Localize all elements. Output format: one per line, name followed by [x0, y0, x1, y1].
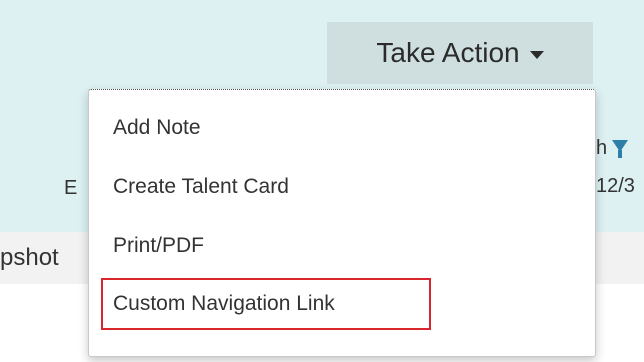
take-action-dropdown-menu: Add Note Create Talent Card Print/PDF Cu…	[88, 89, 596, 357]
chevron-down-icon	[529, 50, 544, 59]
menu-item-label: Custom Navigation Link	[113, 292, 335, 315]
menu-item-custom-navigation-link[interactable]: Custom Navigation Link	[101, 278, 431, 330]
menu-item-label: Print/PDF	[113, 234, 205, 257]
background-text-left: E	[64, 177, 78, 199]
menu-item-create-talent-card[interactable]: Create Talent Card	[101, 161, 431, 213]
background-date-text: 12/3	[596, 175, 635, 197]
menu-item-add-note[interactable]: Add Note	[101, 102, 431, 154]
background-snapshot-text: pshot	[0, 244, 59, 271]
background-text-right: h	[596, 137, 608, 159]
take-action-button[interactable]: Take Action	[327, 22, 593, 84]
menu-item-print-pdf[interactable]: Print/PDF	[101, 220, 431, 272]
menu-item-label: Create Talent Card	[113, 175, 289, 198]
take-action-label: Take Action	[376, 37, 520, 68]
filter-icon[interactable]	[612, 140, 628, 158]
menu-item-label: Add Note	[113, 116, 201, 139]
